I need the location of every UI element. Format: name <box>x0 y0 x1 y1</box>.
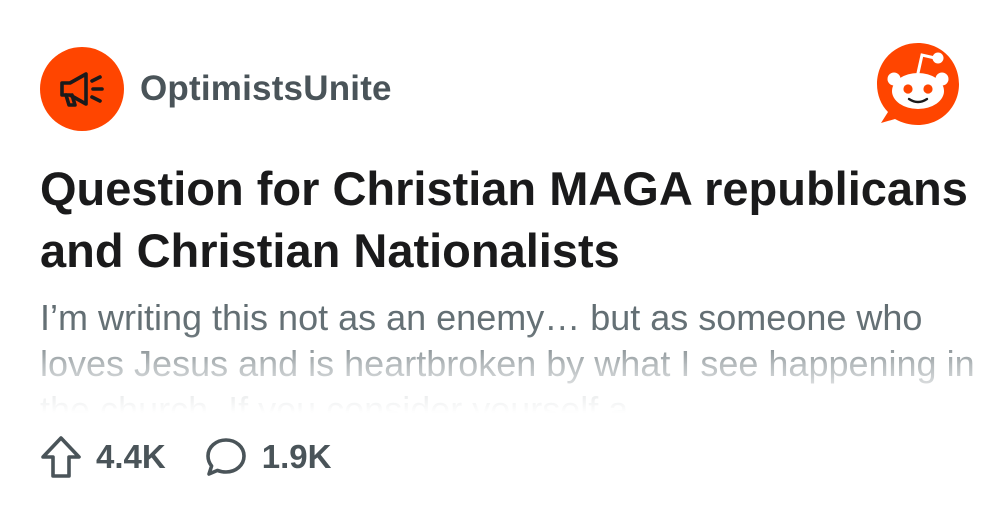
post-body-preview[interactable]: I’m writing this not as an enemy… but as… <box>40 295 980 413</box>
community-avatar[interactable] <box>40 47 124 131</box>
community-header[interactable]: OptimistsUnite <box>40 47 392 131</box>
comment-count: 1.9K <box>261 438 332 475</box>
community-name[interactable]: OptimistsUnite <box>140 69 392 109</box>
comments-button[interactable]: 1.9K <box>204 435 332 479</box>
post-title[interactable]: Question for Christian MAGA republicans … <box>40 158 970 282</box>
upvote-arrow-icon <box>41 436 81 478</box>
post-body-text: I’m writing this not as an enemy… but as… <box>40 297 975 413</box>
post-card[interactable]: OptimistsUnite Question for Christian MA… <box>0 0 1000 521</box>
upvote-count: 4.4K <box>96 438 166 475</box>
comment-bubble-icon <box>205 438 246 476</box>
reddit-snoo-icon[interactable] <box>873 39 963 129</box>
upvote-button[interactable]: 4.4K <box>40 435 166 479</box>
megaphone-icon <box>60 72 104 107</box>
post-actions: 4.4K 1.9K <box>40 434 331 480</box>
